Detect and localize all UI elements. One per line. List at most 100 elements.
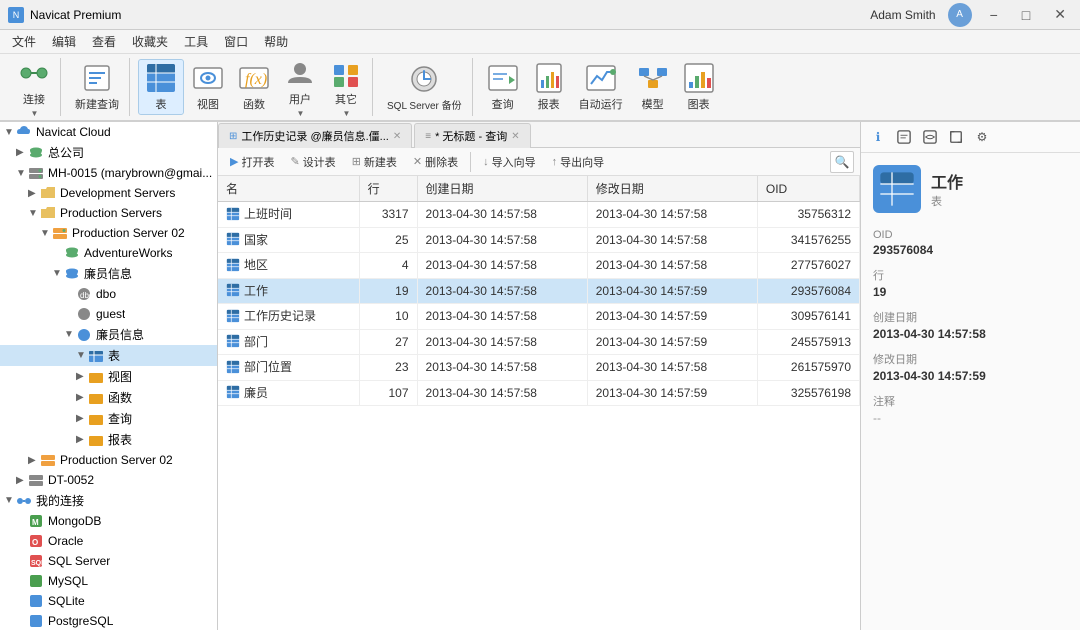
rp-info-button[interactable]: ℹ (867, 126, 889, 148)
sidebar-item-sqlite[interactable]: ▶ SQLite (0, 591, 217, 611)
table-row[interactable]: 工作 19 2013-04-30 14:57:58 2013-04-30 14:… (218, 278, 860, 304)
export-wizard-button[interactable]: ↑ 导出向导 (546, 152, 611, 172)
autorun-button[interactable]: 自动运行 (573, 59, 629, 115)
sidebar-item-prod-servers[interactable]: ▼ Production Servers (0, 203, 217, 223)
connect-button[interactable]: 连接 ▼ (12, 59, 56, 115)
sidebar-item-tables[interactable]: ▼ 表 (0, 345, 217, 366)
sidebar-item-reports[interactable]: ▶ 报表 (0, 429, 217, 450)
table-row[interactable]: 部门 27 2013-04-30 14:57:58 2013-04-30 14:… (218, 329, 860, 355)
query-run-icon (487, 62, 519, 94)
sidebar-item-company[interactable]: ▶ 总公司 (0, 142, 217, 163)
other-button[interactable]: 其它 ▼ (324, 59, 368, 115)
backup-icon (408, 63, 440, 95)
sidebar-item-functions[interactable]: ▶ 函数 (0, 387, 217, 408)
reports-label: 报表 (108, 431, 132, 448)
menu-file[interactable]: 文件 (4, 31, 44, 52)
import-label: 导入向导 (492, 154, 536, 170)
model-label: 模型 (642, 96, 664, 112)
separator (470, 152, 471, 172)
sidebar-item-my-connections[interactable]: ▼ 我的连接 (0, 490, 217, 511)
arrow-icon: ▼ (76, 350, 88, 361)
user-button[interactable]: 用户 ▼ (278, 59, 322, 115)
rp-preview-button[interactable] (919, 126, 941, 148)
col-modified: 修改日期 (587, 176, 757, 202)
avatar: A (948, 3, 972, 27)
table-row[interactable]: 地区 4 2013-04-30 14:57:58 2013-04-30 14:5… (218, 253, 860, 279)
sidebar-item-dev-servers[interactable]: ▶ Development Servers (0, 183, 217, 203)
menu-window[interactable]: 窗口 (216, 31, 256, 52)
design-table-button[interactable]: ✎ 设计表 (284, 152, 341, 172)
menu-view[interactable]: 查看 (84, 31, 124, 52)
tab-history-close[interactable]: ✕ (393, 131, 401, 142)
company-label: 总公司 (48, 144, 84, 161)
import-wizard-button[interactable]: ↓ 导入向导 (477, 152, 542, 172)
chart-button[interactable]: 图表 (677, 59, 721, 115)
sidebar-item-oracle[interactable]: ▶ O Oracle (0, 531, 217, 551)
sidebar-item-mysql[interactable]: ▶ MySQL (0, 571, 217, 591)
rp-object-type: 表 (931, 193, 963, 209)
tab-history[interactable]: ⊞ 工作历史记录 @廉员信息.僵... ✕ (218, 123, 412, 148)
new-table-button[interactable]: ⊞ 新建表 (346, 152, 403, 172)
sidebar-item-employee-schema[interactable]: ▼ 廉员信息 (0, 324, 217, 345)
maximize-button[interactable]: □ (1016, 5, 1036, 25)
table-row[interactable]: 廉员 107 2013-04-30 14:57:58 2013-04-30 14… (218, 380, 860, 406)
sidebar-item-dt0052[interactable]: ▶ DT-0052 (0, 470, 217, 490)
sidebar-item-queries[interactable]: ▶ 查询 (0, 408, 217, 429)
sidebar-item-dbo[interactable]: ▶ dbo dbo (0, 284, 217, 304)
svg-text:O: O (32, 538, 38, 547)
sidebar-item-guest[interactable]: ▶ guest (0, 304, 217, 324)
sidebar-item-sqlserver[interactable]: ▶ SQL SQL Server (0, 551, 217, 571)
sidebar-item-prod-server02-2[interactable]: ▶ Production Server 02 (0, 450, 217, 470)
delete-table-button[interactable]: ✕ 删除表 (407, 152, 464, 172)
sidebar-item-mongodb[interactable]: ▶ M MongoDB (0, 511, 217, 531)
sidebar-item-adventureworks[interactable]: ▶ AdventureWorks (0, 243, 217, 263)
table-row[interactable]: 工作历史记录 10 2013-04-30 14:57:58 2013-04-30… (218, 304, 860, 330)
table-button[interactable]: 表 (138, 59, 184, 115)
view-label: 视图 (197, 96, 219, 112)
rp-comment-value: -- (873, 411, 1068, 425)
menu-edit[interactable]: 编辑 (44, 31, 84, 52)
sidebar-item-prod-server02[interactable]: ▼ Production Server 02 (0, 223, 217, 243)
query-folder-icon (88, 411, 104, 427)
sidebar-item-employee-info[interactable]: ▼ 廉员信息 (0, 263, 217, 284)
report-button[interactable]: 报表 (527, 59, 571, 115)
open-table-button[interactable]: ▶ 打开表 (224, 152, 280, 172)
rp-ddl-button[interactable] (893, 126, 915, 148)
mongodb-label: MongoDB (48, 514, 101, 528)
menu-favorites[interactable]: 收藏夹 (124, 31, 176, 52)
function-button[interactable]: f(x) 函数 (232, 59, 276, 115)
query-run-button[interactable]: 查询 (481, 59, 525, 115)
rp-object-title: 工作 (931, 169, 963, 193)
minimize-button[interactable]: − (984, 5, 1004, 25)
query-run-label: 查询 (492, 96, 514, 112)
view-button[interactable]: 视图 (186, 59, 230, 115)
tab-query-close[interactable]: ✕ (511, 131, 519, 142)
model-button[interactable]: 模型 (631, 59, 675, 115)
table-row[interactable]: 上班时间 3317 2013-04-30 14:57:58 2013-04-30… (218, 202, 860, 228)
search-button[interactable]: 🔍 (830, 151, 854, 173)
sqlite-icon (28, 593, 44, 609)
sidebar-item-navicat-cloud[interactable]: ▼ Navicat Cloud (0, 122, 217, 142)
adventureworks-label: AdventureWorks (84, 246, 172, 260)
sidebar-item-mh0015[interactable]: ▼ MH-0015 (marybrown@gmai... (0, 163, 217, 183)
guest-label: guest (96, 307, 125, 321)
report-folder-icon (88, 432, 104, 448)
menu-help[interactable]: 帮助 (256, 31, 296, 52)
menu-tools[interactable]: 工具 (176, 31, 216, 52)
sidebar-item-views[interactable]: ▶ 视图 (0, 366, 217, 387)
sidebar-item-postgresql[interactable]: ▶ PostgreSQL (0, 611, 217, 630)
right-panel-toolbar: ℹ ⚙ (861, 122, 1080, 153)
tabs: ⊞ 工作历史记录 @廉员信息.僵... ✕ ≡ * 无标题 - 查询 ✕ (218, 122, 860, 148)
close-button[interactable]: ✕ (1048, 4, 1072, 25)
right-panel: ℹ ⚙ (860, 122, 1080, 630)
table-row[interactable]: 国家 25 2013-04-30 14:57:58 2013-04-30 14:… (218, 227, 860, 253)
tab-query[interactable]: ≡ * 无标题 - 查询 ✕ (414, 123, 530, 148)
prod-server02-label: Production Server 02 (72, 226, 185, 240)
rp-maximize-button[interactable] (945, 126, 967, 148)
table-row[interactable]: 部门位置 23 2013-04-30 14:57:58 2013-04-30 1… (218, 355, 860, 381)
design-table-label: 设计表 (303, 154, 336, 170)
backup-button[interactable]: SQL Server 备份 (381, 59, 468, 115)
svg-text:dbo: dbo (80, 291, 92, 300)
rp-settings-button[interactable]: ⚙ (971, 126, 993, 148)
new-query-button[interactable]: 新建查询 (69, 59, 125, 115)
